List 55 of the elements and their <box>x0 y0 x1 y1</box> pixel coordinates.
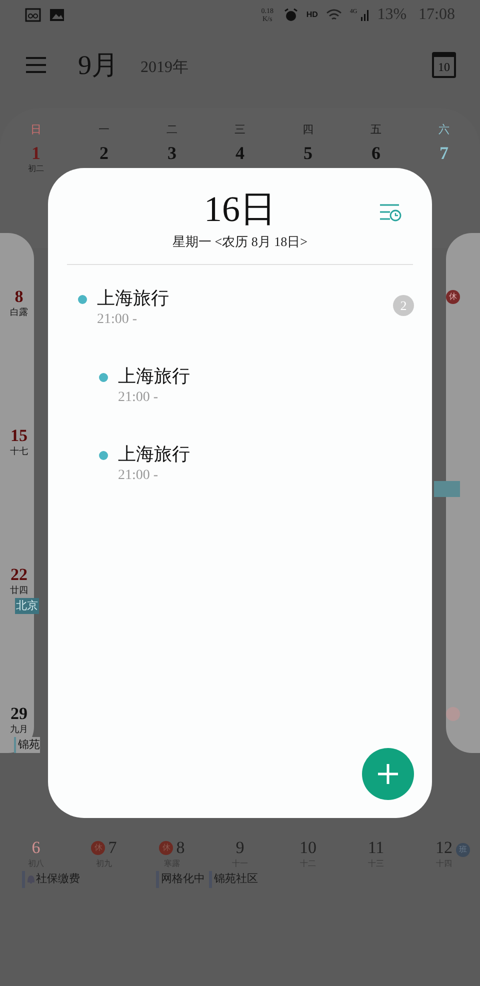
day-title: 16日 <box>204 188 276 230</box>
add-button[interactable] <box>362 748 414 800</box>
event-time: 21:00 - <box>118 388 160 406</box>
alarm-icon <box>284 8 298 22</box>
date-number: 10 <box>300 838 316 858</box>
weekday-label: 二 <box>166 123 178 138</box>
wifi-icon <box>326 8 342 22</box>
event-title: 上海旅行 <box>97 286 170 310</box>
date-number: 6 <box>32 838 40 858</box>
lunar-date: 廿四 <box>10 584 28 597</box>
event-label: 锦苑社区 <box>214 872 258 887</box>
date-number: 11 <box>368 838 384 858</box>
event-title: 上海旅行 <box>118 364 191 388</box>
day-subtitle: 星期一 <农历 8月 18日> <box>172 233 308 251</box>
month-title: 9月 <box>78 48 118 82</box>
date-number: 5 <box>304 142 312 162</box>
menu-icon[interactable] <box>26 57 46 73</box>
event-label: 社保缴费 <box>36 872 80 887</box>
date-number: 15 <box>10 427 28 445</box>
date-number: 4 <box>236 142 244 162</box>
date-number: 7 <box>440 142 448 162</box>
event-time: 21:00 - <box>97 310 138 328</box>
lunar-date: 十七 <box>10 445 28 458</box>
date-number: 29 <box>10 705 28 723</box>
date-number: 3 <box>168 142 176 162</box>
image-icon <box>49 8 65 22</box>
date-number: 8 <box>14 288 24 306</box>
date-number: 2 <box>100 142 108 162</box>
lunar-date: 白露 <box>10 306 28 319</box>
voicemail-icon <box>25 8 41 22</box>
event-title: 上海旅行 <box>118 442 191 466</box>
weekday-label: 三 <box>234 123 246 138</box>
date-number: 7 <box>108 838 117 858</box>
weekday-label: 五 <box>370 123 382 138</box>
date-number: 6 <box>372 142 380 162</box>
weekday-label: 一 <box>98 123 110 138</box>
year-label: 2019年 <box>140 58 188 78</box>
date-number: 9 <box>236 838 244 858</box>
date-number: 12 <box>436 838 452 858</box>
weekday-label: 日 <box>30 123 42 138</box>
event-label: 网格化中 <box>161 872 205 887</box>
weekday-label: 四 <box>302 123 314 138</box>
hd-label: HD <box>306 9 318 21</box>
event-label: 锦苑 <box>14 736 40 753</box>
event-time: 21:00 - <box>118 466 160 484</box>
agenda-list-icon[interactable] <box>378 203 402 223</box>
signal-icon <box>361 9 370 21</box>
today-button[interactable]: 10 <box>432 52 456 78</box>
date-number: 1 <box>32 142 40 162</box>
weekday-label: 六 <box>438 122 450 138</box>
lunar-date: 初二 <box>28 162 44 174</box>
lunar-date: 九月 <box>10 723 28 736</box>
date-number: 8 <box>176 838 185 858</box>
date-number: 22 <box>10 566 28 584</box>
event-label: 北京 <box>15 598 39 614</box>
